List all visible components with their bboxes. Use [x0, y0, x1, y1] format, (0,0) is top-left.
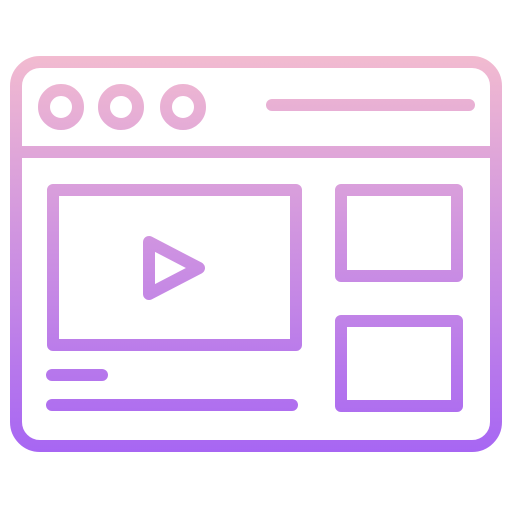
thumbnail-bottom [335, 315, 463, 412]
window-control-dot-3 [160, 84, 206, 130]
browser-window-frame [10, 56, 502, 452]
window-control-dot-1 [38, 84, 84, 130]
window-control-dot-2 [98, 84, 144, 130]
video-webpage-svg [10, 56, 502, 452]
video-webpage-icon [0, 0, 512, 512]
video-player-frame [47, 184, 302, 351]
thumbnail-top [335, 184, 463, 282]
play-icon [143, 236, 205, 300]
